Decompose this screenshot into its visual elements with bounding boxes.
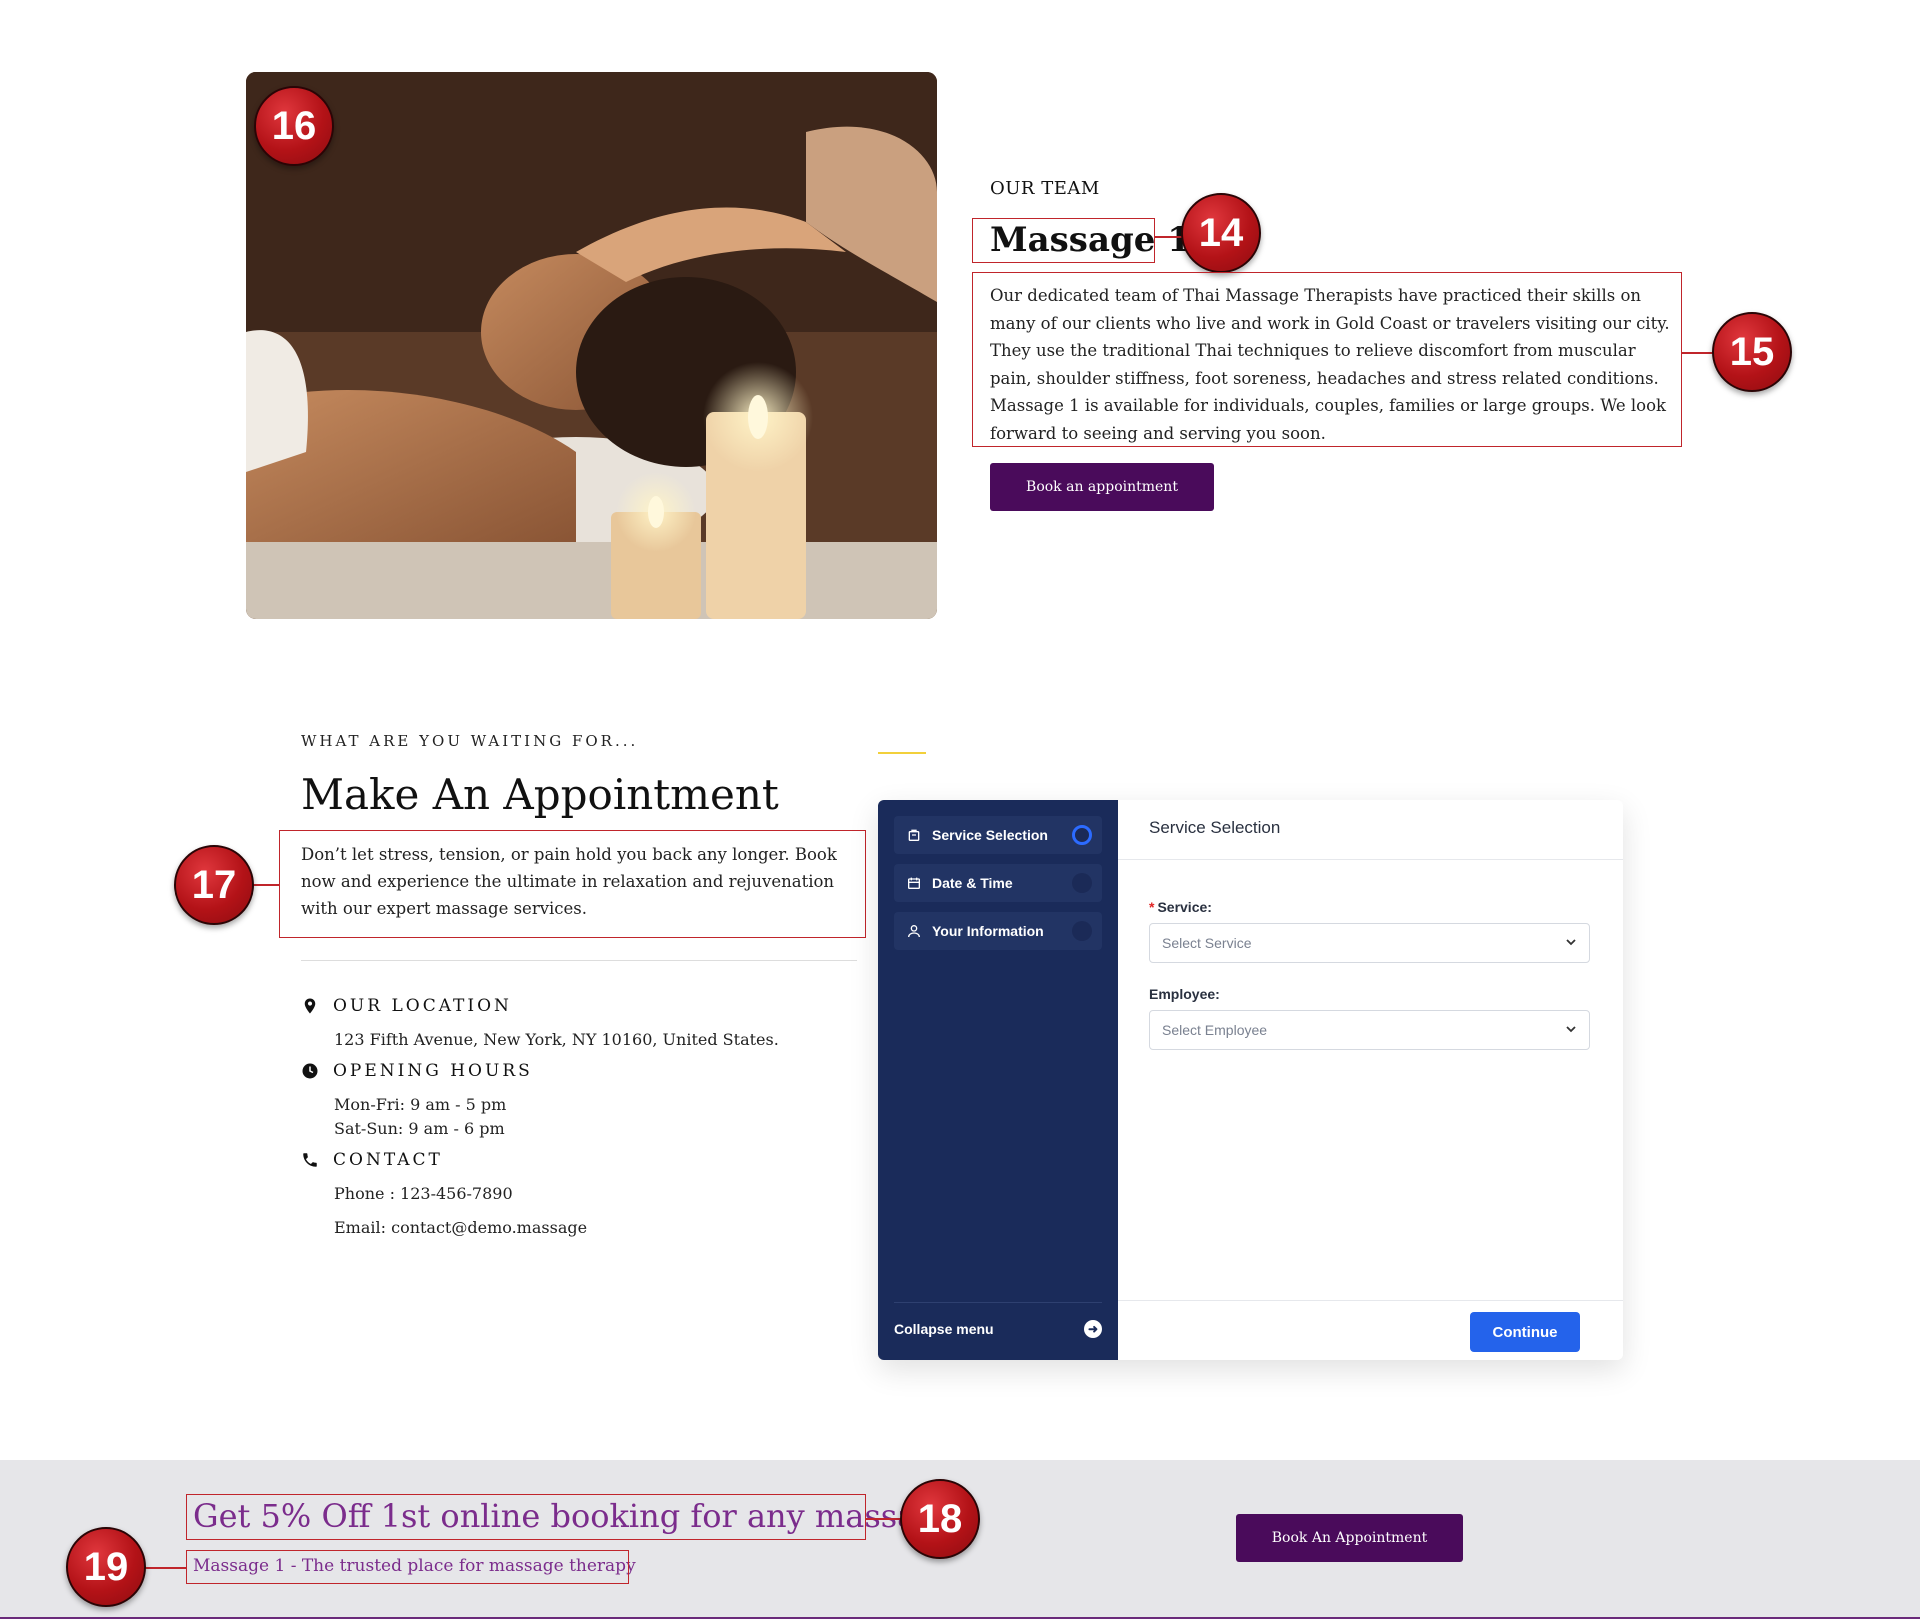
annotation-leader-15 [1682,352,1714,354]
promo-book-appointment-button[interactable]: Book An Appointment [1236,1514,1463,1562]
step-date-time[interactable]: Date & Time [894,864,1102,902]
step-status-indicator [1072,825,1092,845]
booking-widget: Service Selection Date & Time Your Infor… [878,800,1623,1360]
employee-select[interactable]: Select Employee [1149,1010,1590,1050]
required-mark: * [1149,899,1155,915]
service-label-text: Service: [1157,899,1212,915]
promo-title: Get 5% Off 1st online booking for any ma… [193,1497,966,1535]
hours-weekday: Mon-Fri: 9 am - 5 pm [334,1095,507,1114]
booking-sidebar: Service Selection Date & Time Your Infor… [878,800,1118,1360]
step-label: Service Selection [932,827,1048,843]
hours-heading: OPENING HOURS [333,1061,533,1081]
section-divider [301,960,857,961]
clock-icon [302,1063,318,1079]
team-title: Massage 1 [990,220,1191,260]
service-label: * Service: [1149,899,1212,915]
hours-weekend: Sat-Sun: 9 am - 6 pm [334,1119,505,1138]
appointment-title: Make An Appointment [301,770,779,819]
step-status-indicator [1072,921,1092,941]
appointment-description: Don’t let stress, tension, or pain hold … [301,845,837,918]
chevron-down-icon [1566,1026,1576,1033]
continue-button[interactable]: Continue [1470,1312,1580,1352]
annotation-badge-14: 14 [1181,193,1261,273]
collapse-menu-button[interactable]: Collapse menu ➜ [894,1320,1102,1338]
location-text: 123 Fifth Avenue, New York, NY 10160, Un… [334,1030,779,1049]
contact-phone: Phone : 123-456-7890 [334,1184,513,1203]
annotation-badge-17: 17 [174,845,254,925]
appointment-eyebrow: WHAT ARE YOU WAITING FOR... [301,732,639,750]
phone-icon [303,1153,317,1167]
employee-select-placeholder: Select Employee [1162,1022,1268,1038]
team-eyebrow: OUR TEAM [990,178,1100,199]
step-label: Date & Time [932,875,1013,891]
step-label: Your Information [932,923,1044,939]
location-heading: OUR LOCATION [333,996,512,1016]
massage-photo [246,72,937,619]
annotation-leader-17 [252,884,279,886]
step-your-information[interactable]: Your Information [894,912,1102,950]
service-select-placeholder: Select Service [1162,935,1252,951]
chevron-down-icon [1566,939,1576,946]
step-service-selection[interactable]: Service Selection [894,816,1102,854]
service-select[interactable]: Select Service [1149,923,1590,963]
annotation-badge-19: 19 [66,1527,146,1607]
annotation-leader-19 [145,1567,186,1569]
book-appointment-button[interactable]: Book an appointment [990,463,1214,511]
map-pin-icon [304,998,316,1014]
location-row: OUR LOCATION [301,996,512,1016]
annotation-badge-18: 18 [900,1479,980,1559]
accent-line [878,752,926,754]
user-icon [908,925,920,938]
promo-subtitle: Massage 1 - The trusted place for massag… [193,1556,636,1576]
annotation-leader-18 [866,1518,902,1520]
team-description: Our dedicated team of Thai Massage Thera… [990,286,1670,443]
panel-header: Service Selection [1118,800,1623,860]
contact-row: CONTACT [301,1150,443,1170]
step-status-indicator [1072,873,1092,893]
calendar-icon [908,877,920,889]
panel-footer-divider [1118,1300,1623,1301]
collapse-menu-label: Collapse menu [894,1321,994,1337]
hours-row: OPENING HOURS [301,1061,533,1081]
annotation-badge-16: 16 [254,86,334,166]
annotation-badge-15: 15 [1712,312,1792,392]
booking-main-panel: Service Selection * Service: Select Servi… [1118,800,1623,1360]
sidebar-divider [894,1302,1102,1303]
contact-heading: CONTACT [333,1150,443,1170]
bag-icon [908,829,920,841]
arrow-right-icon: ➜ [1084,1320,1102,1338]
contact-email: Email: contact@demo.massage [334,1218,588,1237]
employee-label: Employee: [1149,986,1220,1002]
